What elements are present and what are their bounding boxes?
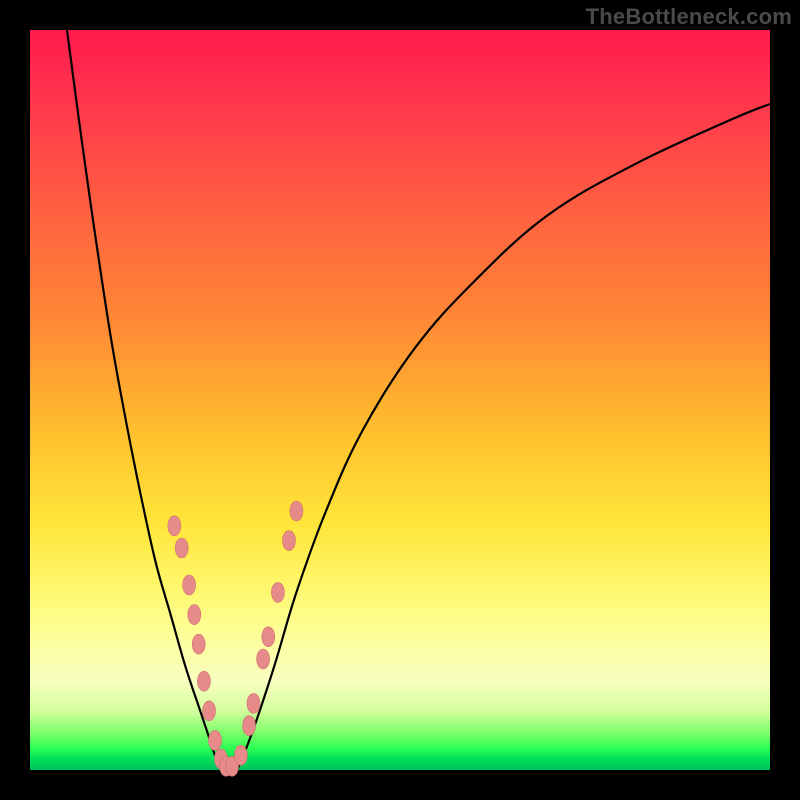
bead [197,671,210,691]
bead [168,516,181,536]
bead [257,649,270,669]
watermark-text: TheBottleneck.com [586,4,792,30]
bead [203,701,216,721]
bead [183,575,196,595]
plot-area [30,30,770,770]
bead [234,745,247,765]
bead [175,538,188,558]
bead [188,605,201,625]
curve-layer [30,30,770,770]
bead [290,501,303,521]
bead [283,531,296,551]
bead [192,634,205,654]
bead [247,693,260,713]
bead [271,582,284,602]
bead [209,730,222,750]
curve-right [237,104,770,770]
chart-frame: TheBottleneck.com [0,0,800,800]
bead [243,716,256,736]
curve-left [67,30,222,770]
bead [262,627,275,647]
